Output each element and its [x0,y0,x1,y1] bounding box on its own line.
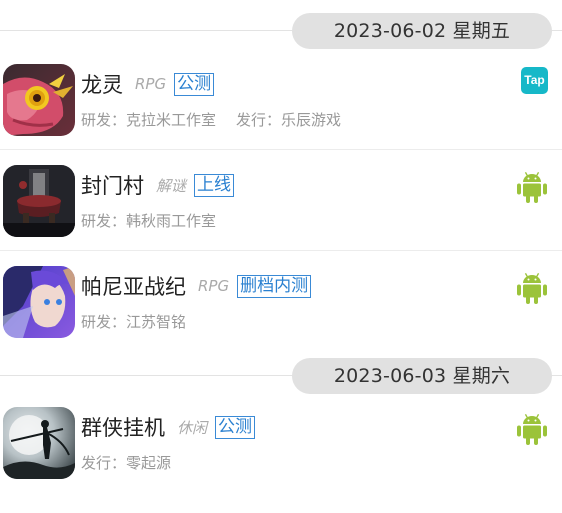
date-pill: 2023-06-03 星期六 [292,358,552,394]
game-item-fengmencun[interactable]: 封门村 解谜 上线 研发：韩秋雨工作室 [0,151,562,251]
divider [0,149,562,150]
haunted-cauldron-icon [3,165,75,237]
publisher-text: 发行：零起源 [81,454,172,472]
game-genre: RPG [198,277,230,295]
game-title[interactable]: 帕尼亚战纪 [81,271,186,301]
game-genre: 休闲 [177,418,208,437]
game-genre: 解谜 [156,176,187,195]
game-meta: 研发：江苏智铭 [81,311,186,332]
date-header: 2023-06-02 星期五 [0,13,562,49]
game-item-longling[interactable]: 龙灵 RPG 公测 研发：克拉米工作室 发行：乐辰游戏 Tap [0,50,562,150]
game-title[interactable]: 封门村 [81,170,144,200]
android-icon[interactable] [516,413,548,447]
android-icon[interactable] [516,272,548,306]
developer-text: 研发：江苏智铭 [81,313,187,331]
moon-swordsman-icon [3,407,75,479]
developer-text: 研发：克拉米工作室 [81,111,217,129]
divider [0,250,562,251]
game-item-paniya[interactable]: 帕尼亚战纪 RPG 删档内测 研发：江苏智铭 [0,252,562,348]
publisher-text: 发行：乐辰游戏 [236,111,342,129]
date-pill: 2023-06-02 星期五 [292,13,552,49]
developer-text: 研发：韩秋雨工作室 [81,212,217,230]
game-meta: 发行：零起源 [81,452,171,473]
status-badge: 删档内测 [237,274,312,298]
game-meta: 研发：韩秋雨工作室 [81,210,216,231]
game-title[interactable]: 群侠挂机 [81,412,165,442]
game-item-qunxiaguaji[interactable]: 群侠挂机 休闲 公测 发行：零起源 [0,393,562,493]
status-badge: 公测 [174,72,215,96]
date-header: 2023-06-03 星期六 [0,358,562,394]
anime-warrior-icon [3,266,75,338]
taptap-icon[interactable]: Tap [521,67,548,94]
status-badge: 上线 [194,173,235,197]
android-icon[interactable] [516,171,548,205]
game-genre: RPG [135,75,167,93]
status-badge: 公测 [215,415,256,439]
game-meta: 研发：克拉米工作室 发行：乐辰游戏 [81,109,341,130]
dragon-bird-icon [3,64,75,136]
game-title[interactable]: 龙灵 [81,69,123,99]
